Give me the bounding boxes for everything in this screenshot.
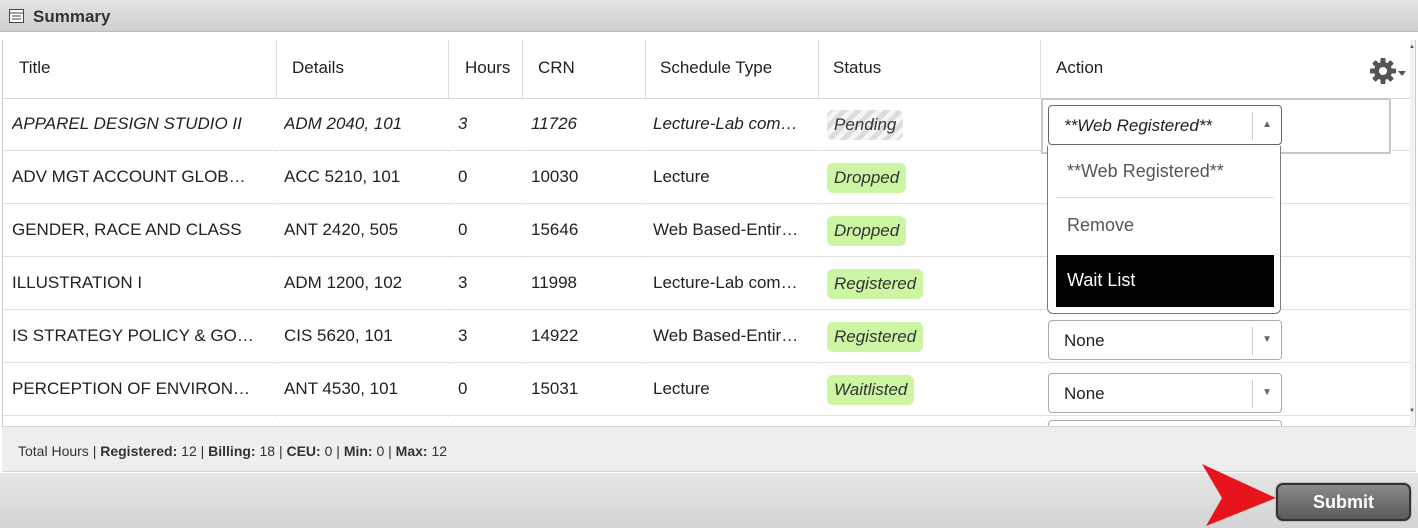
- status-badge: Dropped: [827, 163, 907, 193]
- cell-title: IS STRATEGY POLICY & GO…: [12, 326, 254, 345]
- cell-crn: 10030: [531, 167, 579, 186]
- action-select-value: None: [1064, 331, 1105, 350]
- cell-hours: 3: [458, 114, 468, 133]
- action-select[interactable]: None ▼: [1048, 320, 1282, 360]
- cell-hours: 0: [458, 167, 468, 186]
- cell-schedule-type: Lecture: [653, 379, 710, 398]
- chevron-down-icon[interactable]: ▼: [1262, 387, 1272, 398]
- dropdown-option-web-registered[interactable]: **Web Registered**: [1056, 146, 1274, 198]
- summary-panel-header: Summary: [0, 0, 1418, 32]
- status-badge: Registered: [827, 269, 924, 299]
- panel-title: Summary: [33, 7, 111, 26]
- cell-crn: 11726: [531, 114, 578, 133]
- action-select-open[interactable]: **Web Registered** ▲: [1048, 105, 1282, 145]
- cell-details: ADM 2040, 101: [284, 114, 403, 133]
- dropdown-option-remove[interactable]: Remove: [1056, 200, 1274, 252]
- header-status[interactable]: Status: [833, 58, 881, 78]
- cell-crn: 15646: [531, 220, 579, 239]
- red-arrow-annotation: [1202, 464, 1276, 526]
- status-badge: Registered: [827, 322, 924, 352]
- header-crn[interactable]: CRN: [538, 58, 575, 78]
- action-select[interactable]: None ▼: [1048, 373, 1282, 413]
- table-row[interactable]: PERCEPTION OF ENVIRON… ANT 4530, 101 0 1…: [3, 364, 1415, 416]
- cell-details: ADM 1200, 102: [284, 273, 403, 292]
- cell-title: GENDER, RACE AND CLASS: [12, 220, 242, 239]
- chevron-up-icon[interactable]: ▲: [1262, 119, 1272, 130]
- cell-hours: 3: [458, 326, 468, 345]
- cell-title: ILLUSTRATION I: [12, 273, 143, 292]
- cell-title: ADV MGT ACCOUNT GLOB…: [12, 167, 246, 186]
- header-details[interactable]: Details: [292, 58, 344, 78]
- action-dropdown-menu[interactable]: **Web Registered** Remove Wait List: [1047, 146, 1281, 314]
- select-divider: [1252, 112, 1253, 140]
- cell-schedule-type: Lecture-Lab com…: [653, 114, 798, 133]
- gear-icon[interactable]: [1369, 56, 1407, 86]
- header-hours[interactable]: Hours: [465, 58, 510, 78]
- table-row[interactable]: [3, 417, 1415, 426]
- cell-details: CIS 5620, 101: [284, 326, 393, 345]
- cell-details: ACC 5210, 101: [284, 167, 401, 186]
- table-row[interactable]: IS STRATEGY POLICY & GO… CIS 5620, 101 3…: [3, 311, 1415, 363]
- scroll-down-icon[interactable]: ▼: [1409, 408, 1415, 414]
- cell-schedule-type: Lecture-Lab com…: [653, 273, 798, 292]
- status-badge: Waitlisted: [827, 375, 915, 405]
- cell-schedule-type: Web Based-Entir…: [653, 220, 799, 239]
- action-select-value: None: [1064, 384, 1105, 403]
- cell-crn: 11998: [531, 273, 578, 292]
- total-hours-summary: Total Hours | Registered: 12 | Billing: …: [18, 443, 448, 459]
- cell-crn: 15031: [531, 379, 579, 398]
- cell-crn: 14922: [531, 326, 579, 345]
- header-title[interactable]: Title: [19, 58, 51, 78]
- cell-details: ANT 2420, 505: [284, 220, 399, 239]
- action-select-value: **Web Registered**: [1064, 116, 1213, 135]
- chevron-down-icon[interactable]: ▼: [1262, 334, 1272, 345]
- cell-hours: 3: [458, 273, 468, 292]
- header-action[interactable]: Action: [1056, 58, 1103, 78]
- submit-button[interactable]: Submit: [1276, 483, 1411, 521]
- status-badge: Dropped: [827, 216, 907, 246]
- select-divider: [1252, 327, 1253, 355]
- cell-schedule-type: Web Based-Entir…: [653, 326, 799, 345]
- cell-title: APPAREL DESIGN STUDIO II: [12, 114, 242, 133]
- cell-hours: 0: [458, 220, 468, 239]
- cell-details: ANT 4530, 101: [284, 379, 399, 398]
- status-badge: Pending: [827, 110, 904, 140]
- select-divider: [1252, 380, 1253, 408]
- table-icon: [9, 9, 24, 23]
- vertical-scrollbar[interactable]: ▲ ▼: [1409, 40, 1415, 426]
- cell-schedule-type: Lecture: [653, 167, 710, 186]
- scroll-up-icon[interactable]: ▲: [1409, 44, 1415, 50]
- header-schedule-type[interactable]: Schedule Type: [660, 58, 772, 78]
- dropdown-option-wait-list[interactable]: Wait List: [1056, 255, 1274, 307]
- cell-title: PERCEPTION OF ENVIRON…: [12, 379, 251, 398]
- cell-hours: 0: [458, 379, 468, 398]
